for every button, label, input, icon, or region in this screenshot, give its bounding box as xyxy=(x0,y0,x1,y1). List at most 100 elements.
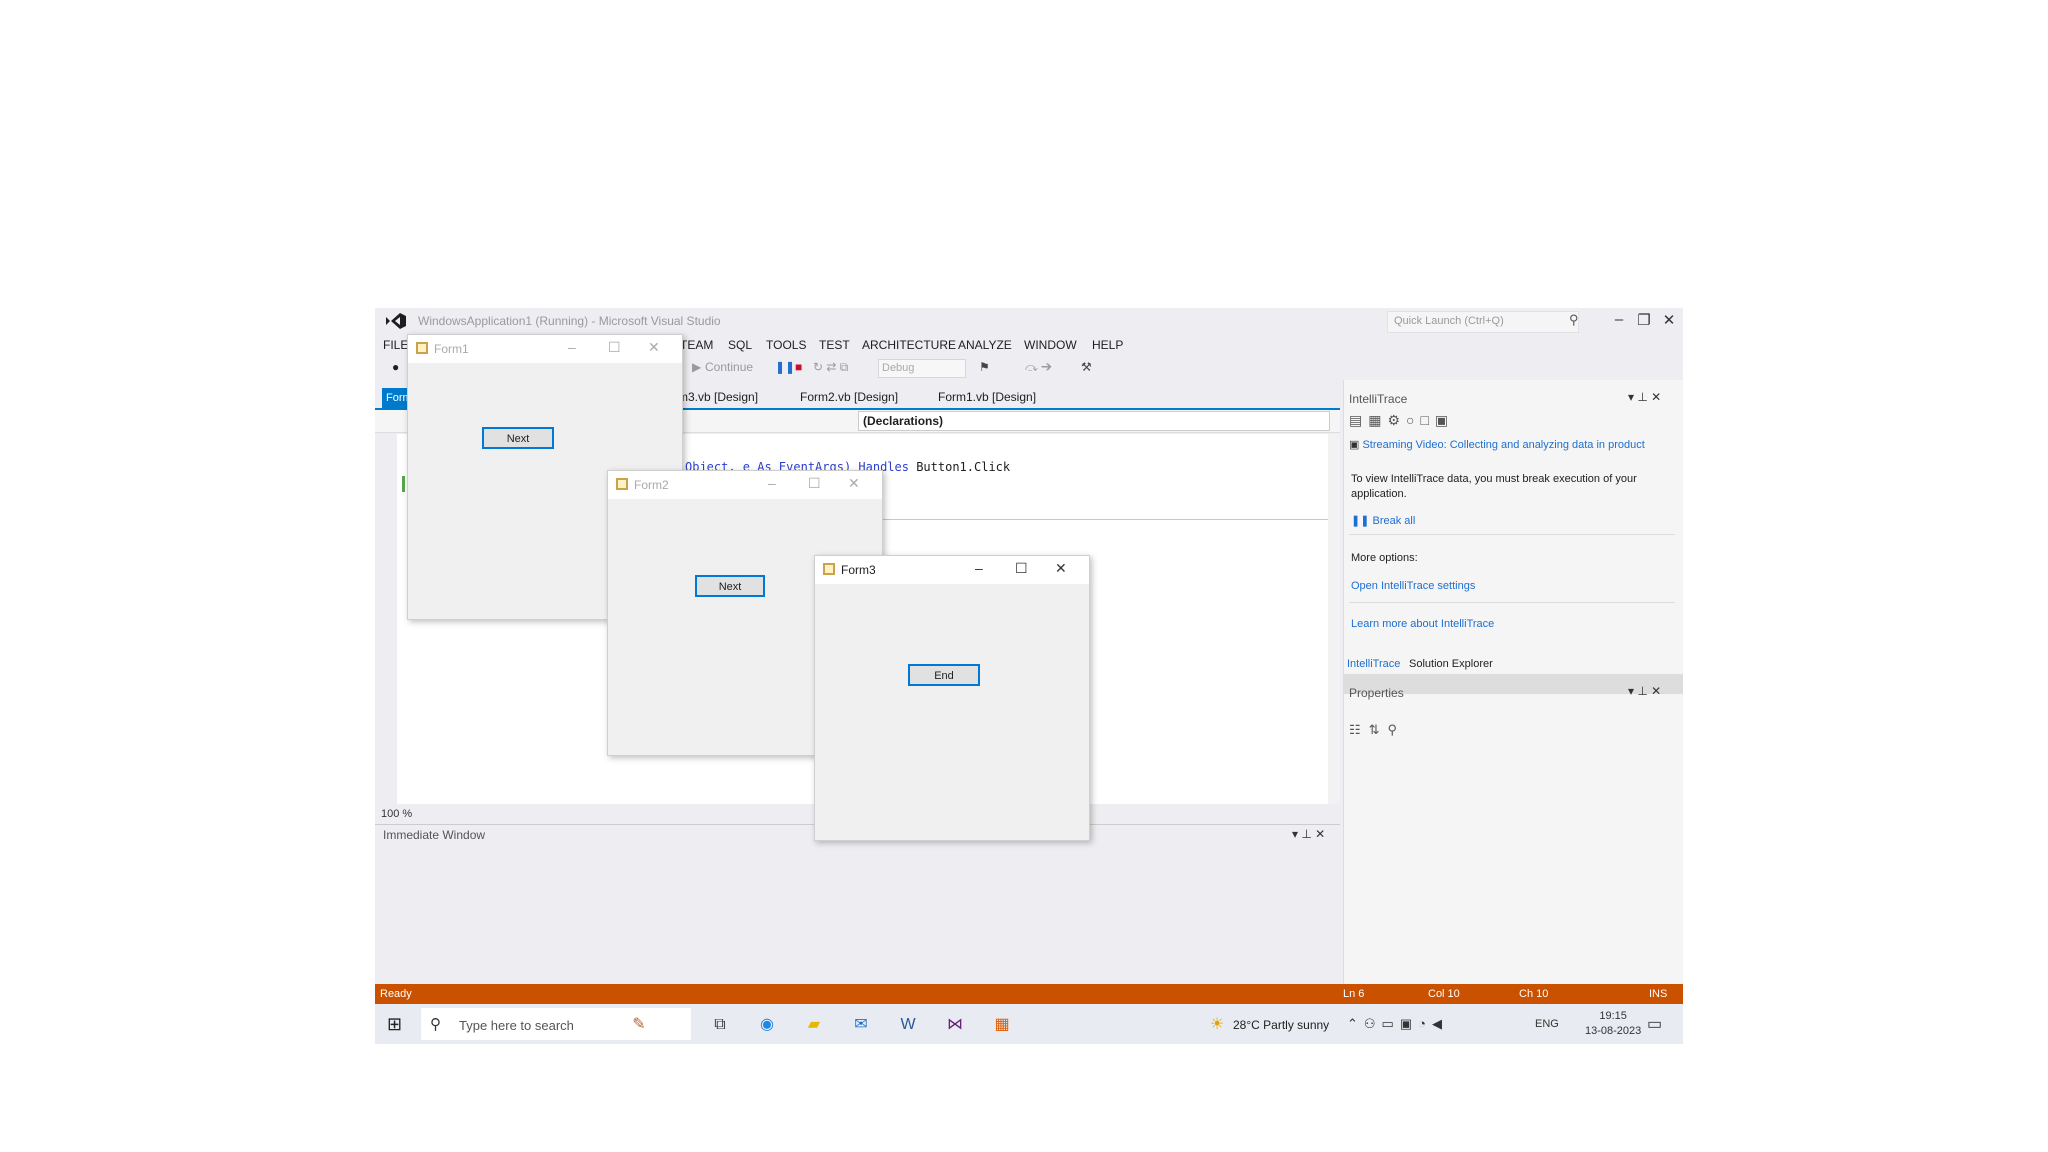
clock-date: 13-08-2023 xyxy=(1585,1025,1642,1037)
change-marker xyxy=(402,476,405,492)
restart-icon[interactable]: ↻ ⇄ ⧉ xyxy=(813,360,848,375)
status-line: Ln 6 xyxy=(1343,988,1365,1000)
stop-icon[interactable]: ■ xyxy=(795,360,802,374)
tab-form2-design[interactable]: Form2.vb [Design] xyxy=(800,390,898,404)
menu-team[interactable]: TEAM xyxy=(680,338,713,352)
notification-icon[interactable]: ▭ xyxy=(1647,1014,1662,1034)
maximize-icon[interactable]: ☐ xyxy=(1015,560,1028,577)
system-tray-icons[interactable]: ⌃⚇▭▣◔◀ xyxy=(1347,1016,1448,1032)
minimize-icon[interactable]: – xyxy=(768,475,776,491)
tab-intellitrace[interactable]: IntelliTrace xyxy=(1347,658,1400,670)
editor-scrollbar[interactable] xyxy=(1328,434,1340,804)
tab-form3-design[interactable]: m3.vb [Design] xyxy=(678,390,758,404)
tab-form1-design[interactable]: Form1.vb [Design] xyxy=(938,390,1036,404)
word-icon[interactable]: W xyxy=(896,1013,920,1037)
status-bar xyxy=(375,984,1683,1004)
attach-icon[interactable]: ⚑ xyxy=(979,360,990,374)
divider xyxy=(1349,602,1675,603)
form3-window[interactable]: Form3 – ☐ ✕ End xyxy=(814,555,1090,841)
form2-title: Form2 xyxy=(634,478,669,492)
maximize-icon[interactable]: ☐ xyxy=(608,339,621,356)
form1-next-button[interactable]: Next xyxy=(482,427,554,449)
search-highlight-icon: ✎ xyxy=(632,1016,646,1033)
back-icon[interactable]: ● xyxy=(392,360,399,374)
status-ready: Ready xyxy=(380,988,412,1000)
menu-file[interactable]: FILE xyxy=(383,338,408,352)
minimize-icon[interactable]: – xyxy=(1608,311,1630,328)
search-icon: ⚲ xyxy=(430,1016,441,1033)
menu-window[interactable]: WINDOW xyxy=(1024,338,1077,352)
intellitrace-title: IntelliTrace xyxy=(1349,392,1408,406)
step-icons[interactable]: ⤼ ➔ xyxy=(1025,360,1052,375)
form3-end-button[interactable]: End xyxy=(908,664,980,686)
search-icon[interactable]: ⚲ xyxy=(1569,312,1579,328)
minimize-icon[interactable]: – xyxy=(568,339,576,355)
close-icon[interactable]: ✕ xyxy=(848,475,860,492)
member-dropdown-value: (Declarations) xyxy=(863,414,944,428)
properties-title: Properties xyxy=(1349,686,1404,700)
form3-title: Form3 xyxy=(841,563,876,577)
menu-analyze[interactable]: ANALYZE xyxy=(958,338,1012,352)
minimize-icon[interactable]: – xyxy=(975,560,983,576)
open-intellitrace-settings-link[interactable]: Open IntelliTrace settings xyxy=(1351,580,1475,592)
status-char: Ch 10 xyxy=(1519,988,1549,1000)
zoom-level[interactable]: 100 % xyxy=(381,808,412,820)
continue-icon[interactable]: ▶ xyxy=(692,360,701,374)
menu-sql[interactable]: SQL xyxy=(728,338,752,352)
form-icon xyxy=(616,478,628,490)
break-all-link[interactable]: ❚❚ Break all xyxy=(1351,514,1415,527)
intellitrace-controls[interactable]: ▾ ⊥ ✕ xyxy=(1628,390,1661,404)
more-options-label: More options: xyxy=(1351,552,1418,564)
weather-text[interactable]: 28°C Partly sunny xyxy=(1233,1018,1329,1032)
tools-icon[interactable]: ⚒ xyxy=(1081,360,1092,374)
quick-launch-placeholder: Quick Launch (Ctrl+Q) xyxy=(1394,315,1504,327)
form2-next-button[interactable]: Next xyxy=(695,575,765,597)
menu-help[interactable]: HELP xyxy=(1092,338,1123,352)
windows-start-icon[interactable]: ⊞ xyxy=(387,1014,402,1035)
tab-solution-explorer[interactable]: Solution Explorer xyxy=(1409,658,1493,670)
intellitrace-message: To view IntelliTrace data, you must brea… xyxy=(1351,473,1637,500)
configuration-select[interactable]: Debug xyxy=(878,359,966,378)
pause-icon: ❚❚ xyxy=(1351,515,1373,527)
video-icon: ▣ xyxy=(1349,439,1363,451)
quick-launch-input[interactable]: Quick Launch (Ctrl+Q) xyxy=(1387,311,1579,333)
running-app-icon[interactable]: ▦ xyxy=(990,1013,1014,1037)
weather-icon: ☀ xyxy=(1209,1016,1225,1033)
window-title: WindowsApplication1 (Running) - Microsof… xyxy=(418,314,721,328)
form1-title: Form1 xyxy=(434,342,469,356)
restore-icon[interactable]: ❐ xyxy=(1633,311,1655,329)
learn-more-link[interactable]: Learn more about IntelliTrace xyxy=(1351,618,1494,630)
menu-test[interactable]: TEST xyxy=(819,338,850,352)
properties-toolbar-icons[interactable]: ☷⇅⚲ xyxy=(1349,722,1405,738)
clock-time: 19:15 xyxy=(1599,1010,1627,1022)
file-explorer-icon[interactable]: ▰ xyxy=(802,1013,826,1037)
task-view-icon[interactable]: ⧉ xyxy=(708,1013,732,1037)
properties-controls[interactable]: ▾ ⊥ ✕ xyxy=(1628,684,1661,698)
form-icon xyxy=(823,563,835,575)
close-icon[interactable]: ✕ xyxy=(1055,560,1067,577)
mail-icon[interactable]: ✉ xyxy=(849,1013,873,1037)
language-indicator[interactable]: ENG xyxy=(1535,1018,1559,1030)
status-column: Col 10 xyxy=(1428,988,1460,1000)
configuration-value: Debug xyxy=(882,362,915,374)
clock[interactable]: 19:15 13-08-2023 xyxy=(1585,1009,1641,1039)
vs-screen: WindowsApplication1 (Running) - Microsof… xyxy=(375,308,1683,1044)
menu-architecture[interactable]: ARCHITECTURE xyxy=(862,338,956,352)
status-insert-mode: INS xyxy=(1649,988,1668,1000)
visual-studio-logo-icon xyxy=(386,313,406,329)
form-icon xyxy=(416,342,428,354)
member-dropdown[interactable]: (Declarations) xyxy=(858,411,1330,431)
visual-studio-taskbar-icon[interactable]: ⋈ xyxy=(943,1013,967,1037)
close-icon[interactable]: ✕ xyxy=(648,339,660,356)
close-icon[interactable]: ✕ xyxy=(1658,311,1680,329)
menu-tools[interactable]: TOOLS xyxy=(766,338,806,352)
immediate-window-title: Immediate Window xyxy=(383,828,486,842)
pause-icon[interactable]: ❚❚ xyxy=(775,360,795,374)
divider xyxy=(1349,534,1675,535)
maximize-icon[interactable]: ☐ xyxy=(808,475,821,492)
edge-browser-icon[interactable]: ◉ xyxy=(755,1013,779,1037)
streaming-video-link[interactable]: ▣ Streaming Video: Collecting and analyz… xyxy=(1349,438,1645,451)
intellitrace-toolbar-icons[interactable]: ▤▦⚙○□▣ xyxy=(1349,412,1454,429)
continue-button[interactable]: Continue xyxy=(705,360,753,374)
immediate-window-controls[interactable]: ▾ ⊥ ✕ xyxy=(1292,827,1325,841)
